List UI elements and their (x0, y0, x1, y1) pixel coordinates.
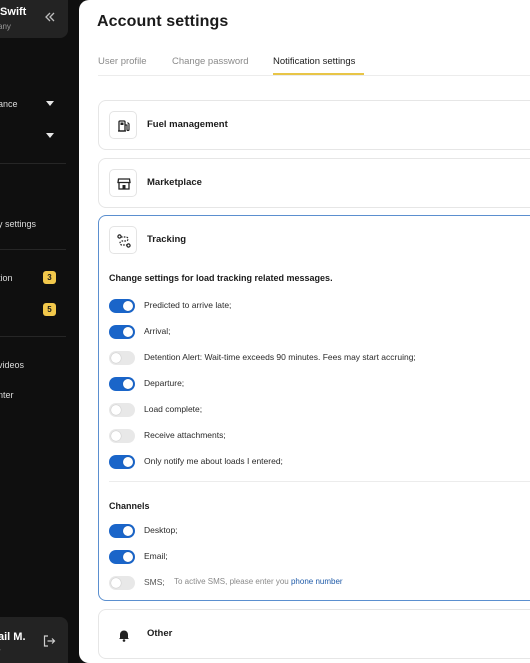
fuel-pump-icon (118, 120, 130, 132)
toggle-row: Receive attachments; (109, 428, 529, 444)
toggle-knob (111, 353, 121, 363)
section-title: Fuel management (147, 119, 228, 130)
count-badge[interactable]: 5 (43, 303, 56, 316)
toggle-label: Predicted to arrive late; (144, 300, 232, 310)
sidebar-item-videos[interactable]: videos (0, 360, 24, 370)
toggle-label: Departure; (144, 378, 185, 388)
icon-box (109, 226, 137, 254)
chevron-down-icon[interactable] (46, 133, 54, 138)
marketplace-header[interactable]: Marketplace (109, 169, 509, 197)
toggle-knob (123, 327, 133, 337)
page-title: Account settings (97, 13, 229, 30)
toggle-knob (123, 457, 133, 467)
predicted-late-toggle[interactable] (109, 299, 135, 313)
sidebar-item-finance[interactable]: ance (0, 99, 18, 109)
toggle-label: Desktop; (144, 525, 178, 535)
company-switcher[interactable]: lSwift any (0, 0, 68, 38)
settings-tabs: User profile Change password Notificatio… (98, 56, 530, 76)
section-title: Other (147, 628, 173, 639)
toggle-knob (123, 301, 133, 311)
toggle-row: Predicted to arrive late; (109, 298, 529, 314)
tab-notification-settings[interactable]: Notification settings (273, 56, 355, 67)
toggle-knob (123, 379, 133, 389)
toggle-row: SMS; To active SMS, please enter you pho… (109, 575, 529, 591)
other-header[interactable]: Other (109, 620, 509, 648)
icon-box (109, 111, 137, 139)
phone-number-link[interactable]: phone number (291, 577, 343, 586)
toggle-row: Departure; (109, 376, 529, 392)
section-divider (109, 481, 530, 482)
toggle-row: Email; (109, 549, 529, 565)
channels-heading: Channels (109, 501, 150, 511)
route-icon (117, 234, 131, 248)
user-subtitle: r (0, 647, 1, 656)
tracking-description: Change settings for load tracking relate… (109, 273, 333, 283)
toggle-row: Arrival; (109, 324, 529, 340)
toggle-row: Load complete; (109, 402, 529, 418)
toggle-label: Email; (144, 551, 168, 561)
tab-change-password[interactable]: Change password (172, 56, 249, 67)
section-title: Tracking (147, 234, 187, 245)
logout-icon[interactable] (42, 634, 56, 648)
detention-alert-toggle[interactable] (109, 351, 135, 365)
storefront-icon (117, 178, 131, 190)
user-account[interactable]: ail M. r (0, 617, 68, 663)
load-complete-toggle[interactable] (109, 403, 135, 417)
marketplace-section: Marketplace (98, 158, 530, 208)
other-section: Other (98, 609, 530, 659)
count-badge: 3 (43, 271, 56, 284)
email-channel-toggle[interactable] (109, 550, 135, 564)
chevron-down-icon[interactable] (46, 101, 54, 106)
desktop-channel-toggle[interactable] (109, 524, 135, 538)
sidebar-item-help-center[interactable]: nter (0, 390, 14, 400)
sms-hint-text: To active SMS, please enter you (174, 577, 289, 586)
section-title: Marketplace (147, 177, 202, 188)
toggle-row: Only notify me about loads I entered; (109, 454, 529, 470)
company-name: lSwift (0, 6, 27, 18)
toggle-label: Receive attachments; (144, 430, 226, 440)
toggle-row: Desktop; (109, 523, 529, 539)
toggle-knob (111, 431, 121, 441)
bell-icon (119, 630, 129, 642)
toggle-knob (123, 552, 133, 562)
toggle-label: SMS; (144, 577, 165, 587)
company-subtitle: any (0, 22, 11, 31)
sidebar-item-notification[interactable]: tion (0, 273, 13, 283)
main-panel: Account settings User profile Change pas… (79, 0, 530, 663)
tracking-section: Tracking Change settings for load tracki… (98, 215, 530, 601)
tabs-baseline (98, 75, 530, 76)
icon-box (109, 620, 137, 648)
toggle-label: Arrival; (144, 326, 171, 336)
toggle-knob (111, 578, 121, 588)
sidebar-divider (0, 163, 66, 164)
toggle-label: Load complete; (144, 404, 203, 414)
fuel-management-header[interactable]: Fuel management (109, 111, 509, 139)
sidebar-divider (0, 336, 66, 337)
departure-toggle[interactable] (109, 377, 135, 391)
sidebar-divider (0, 249, 66, 250)
only-my-loads-toggle[interactable] (109, 455, 135, 469)
arrival-toggle[interactable] (109, 325, 135, 339)
sms-channel-toggle[interactable] (109, 576, 135, 590)
toggle-row: Detention Alert: Wait-time exceeds 90 mi… (109, 350, 529, 366)
toggle-label: Only notify me about loads I entered; (144, 456, 283, 466)
toggle-label: Detention Alert: Wait-time exceeds 90 mi… (144, 352, 416, 362)
toggle-knob (123, 526, 133, 536)
active-tab-indicator (273, 73, 364, 75)
icon-box (109, 169, 137, 197)
tab-user-profile[interactable]: User profile (98, 56, 147, 67)
sms-hint: To active SMS, please enter you phone nu… (174, 577, 343, 586)
receive-attachments-toggle[interactable] (109, 429, 135, 443)
toggle-knob (111, 405, 121, 415)
sidebar: lSwift any ance y settings tion 3 5 vide… (0, 0, 79, 663)
fuel-management-section: Fuel management (98, 100, 530, 150)
user-name: ail M. (0, 631, 26, 643)
double-chevron-left-icon[interactable] (44, 10, 56, 24)
sidebar-item-company-settings[interactable]: y settings (0, 219, 36, 229)
tracking-header[interactable]: Tracking (109, 226, 509, 254)
